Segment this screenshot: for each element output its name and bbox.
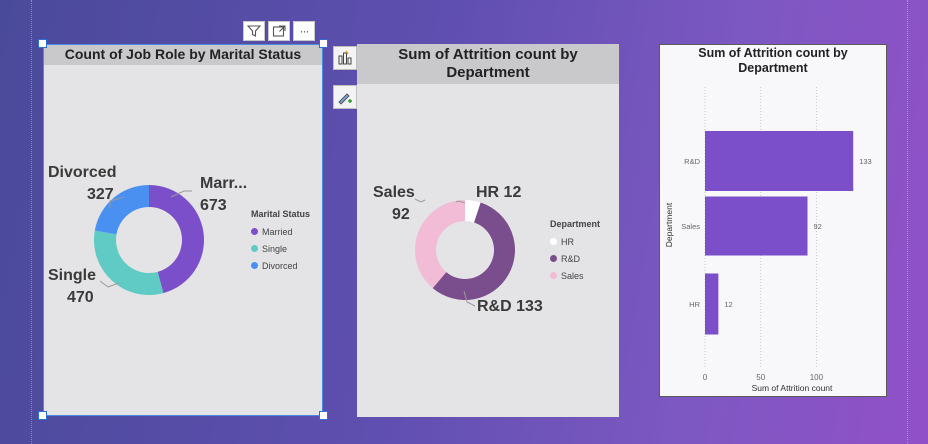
legend-label-married: Married [262,226,293,237]
legend-label-sales: Sales [561,270,584,281]
legend-item-divorced[interactable]: Divorced [251,257,310,274]
more-options-button[interactable]: ··· [293,21,315,41]
build-visual-icon [338,50,352,65]
legend-dot-hr [550,238,557,245]
label-married-name: Marr... [200,175,248,192]
label-single-value: 470 [67,289,94,306]
donut-slice-sales[interactable] [415,200,465,289]
data-label: 12 [724,300,732,309]
label-divorced-value: 327 [87,186,114,203]
label-single-name: Single [48,267,97,284]
legend-label-rd: R&D [561,253,581,264]
focus-mode-button[interactable] [268,21,290,41]
legend-title: Department [550,219,601,229]
resize-handle-top-left[interactable] [38,39,47,48]
bar[interactable] [705,131,854,191]
more-options-icon: ··· [299,24,310,38]
marital-status-legend: Marital Status Married Single Divorced [251,209,310,274]
x-axis-title: Sum of Attrition count [752,383,833,393]
focus-mode-icon [272,25,286,37]
y-tick-label: HR [689,300,700,309]
legend-dot-married [251,228,258,235]
legend-label-divorced: Divorced [262,260,298,271]
legend-dot-rd [550,255,557,262]
marital-status-donut-card[interactable]: Count of Job Role by Marital Status Marr… [43,44,323,416]
resize-handle-bottom-left[interactable] [38,411,47,420]
legend-label-single: Single [262,243,288,254]
legend-label-hr: HR [561,236,574,247]
canvas-guide-right [907,0,908,444]
legend-title: Marital Status [251,209,311,219]
attrition-department-bar-chart: 0 50 100 R&D 133 Sales 92 HR 12 Department Sum … [664,87,872,393]
filter-button[interactable] [243,21,265,41]
y-tick-label: Sales [681,222,700,231]
y-axis-title: Department [664,202,674,247]
leader-line-sales [414,198,426,203]
y-tick-label: R&D [684,157,700,166]
format-visual-icon [338,93,352,105]
legend-dot-single [251,245,258,252]
legend-item-hr[interactable]: HR [550,233,600,250]
donut-slice-single[interactable] [93,230,164,295]
format-visual-button[interactable] [333,85,357,109]
visual-header-toolbar: ··· [243,21,315,41]
label-hr: HR 12 [476,184,522,201]
legend-item-rd[interactable]: R&D [550,250,600,267]
legend-dot-sales [550,272,557,279]
legend-item-sales[interactable]: Sales [550,267,600,284]
data-label: 133 [859,157,872,166]
label-sales-name: Sales [373,184,415,201]
build-visual-button[interactable] [333,46,357,70]
legend-item-single[interactable]: Single [251,240,310,257]
resize-handle-bottom-right[interactable] [319,411,328,420]
x-tick-label: 100 [810,373,824,382]
legend-dot-divorced [251,262,258,269]
bar[interactable] [705,196,808,256]
filter-icon [247,25,261,37]
attrition-department-donut-card[interactable]: Sum of Attrition count by Department HR … [357,44,619,417]
label-divorced-name: Divorced [48,164,117,181]
x-tick-label: 50 [756,373,765,382]
canvas-guide-left [31,0,32,444]
resize-handle-top-right[interactable] [319,39,328,48]
label-married-value: 673 [200,197,227,214]
label-sales-value: 92 [392,206,410,223]
bar[interactable] [705,273,719,335]
attrition-department-bar-card[interactable]: Sum of Attrition count by Department 0 50… [659,44,887,397]
label-rd: R&D 133 [477,298,543,315]
legend-item-married[interactable]: Married [251,223,310,240]
data-label: 92 [814,222,822,231]
department-legend: Department HR R&D Sales [550,219,600,284]
x-tick-label: 0 [703,373,708,382]
